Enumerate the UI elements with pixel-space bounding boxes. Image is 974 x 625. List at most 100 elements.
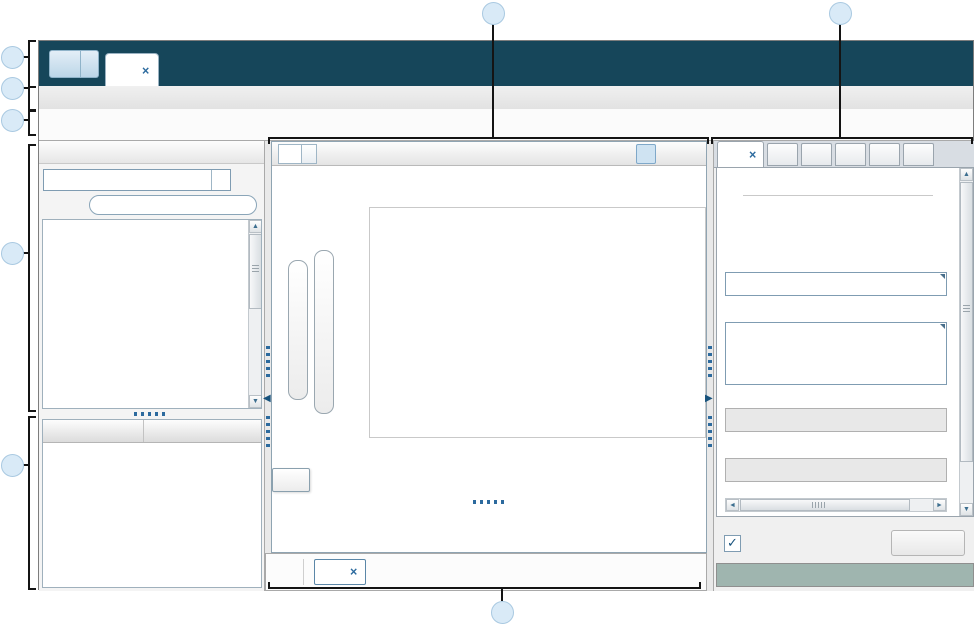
bracket-7 <box>711 137 973 144</box>
home-dropdown-button[interactable] <box>81 50 99 78</box>
scroll-thumb[interactable] <box>960 182 973 462</box>
x-axis-category-button[interactable] <box>272 468 310 492</box>
measures-field[interactable] <box>725 322 947 385</box>
bracket-5 <box>28 416 36 590</box>
bracket-3 <box>28 110 36 136</box>
callout-1 <box>1 46 24 69</box>
home-button-group <box>49 50 99 78</box>
property-column-header <box>43 420 144 442</box>
bracket-1 <box>28 40 36 88</box>
roles-panel: × <box>713 141 974 591</box>
properties-table <box>42 419 262 588</box>
tab-properties[interactable] <box>835 143 866 166</box>
menu-icon <box>239 172 255 188</box>
tab-expression[interactable] <box>903 143 934 166</box>
properties-header <box>43 420 261 443</box>
callout-4 <box>1 242 24 265</box>
callout-8 <box>491 601 514 624</box>
measure-icon <box>725 148 739 162</box>
chart-icon <box>323 565 338 580</box>
collapse-left-icon[interactable]: ◀ <box>263 393 271 404</box>
collapse-right-icon[interactable]: ▶ <box>705 393 713 404</box>
visualization-menu-button[interactable] <box>614 145 632 163</box>
scroll-thumb[interactable] <box>249 234 262 309</box>
y-axis-label-highway[interactable] <box>314 250 334 414</box>
top-banner: × <box>39 41 973 86</box>
update-button[interactable] <box>891 530 965 556</box>
lattice-col-field[interactable] <box>725 458 947 482</box>
scroll-down-icon[interactable]: ▼ <box>960 503 973 516</box>
y-axis-label-city[interactable] <box>288 260 308 400</box>
chart-type-button[interactable] <box>278 144 302 164</box>
tab-ranks[interactable] <box>801 143 832 166</box>
callout-6 <box>482 2 505 25</box>
close-tab-icon[interactable]: × <box>749 148 756 162</box>
visualization-panel <box>271 141 707 553</box>
bracket-2 <box>28 86 36 111</box>
category-icon <box>731 463 747 478</box>
tab-filters[interactable] <box>767 143 798 166</box>
lock-icon <box>306 224 323 241</box>
callout-3 <box>1 109 24 132</box>
search-icon <box>96 199 107 212</box>
scroll-up-icon[interactable]: ▲ <box>249 220 262 233</box>
callout-5 <box>1 454 24 477</box>
application-window: × <box>38 40 974 590</box>
tree-scrollbar[interactable]: ▲ ▼ <box>248 220 261 408</box>
maximize-button[interactable] <box>660 145 678 163</box>
data-panel-title <box>39 141 264 164</box>
bracket-6 <box>268 137 709 144</box>
measure-icon <box>318 396 331 409</box>
minimize-icon <box>639 147 653 161</box>
scroll-thumb[interactable] <box>740 499 910 511</box>
axis-lock-button[interactable] <box>306 224 323 241</box>
roles-vscrollbar[interactable]: ▲ ▼ <box>959 168 973 516</box>
data-source-caret[interactable] <box>211 170 230 190</box>
data-search-box[interactable] <box>89 195 257 215</box>
home-button[interactable] <box>49 50 81 78</box>
exploration-icon <box>115 63 130 78</box>
scroll-right-icon[interactable]: ► <box>933 499 946 511</box>
tab-roles[interactable]: × <box>717 141 764 167</box>
scroll-down-icon[interactable]: ▼ <box>249 395 262 408</box>
value-column-header <box>144 420 261 442</box>
close-tab-icon[interactable]: × <box>142 64 149 78</box>
minimize-button[interactable] <box>636 144 656 164</box>
roles-hscrollbar[interactable]: ◄ ► <box>725 498 947 512</box>
close-tab-icon[interactable]: × <box>350 565 357 579</box>
close-button[interactable] <box>682 145 700 163</box>
plot-area <box>369 207 706 438</box>
toolbar-more-button[interactable] <box>949 117 965 133</box>
field-corner-marker <box>940 324 945 329</box>
exploration-tab[interactable]: × <box>105 53 159 87</box>
scroll-up-icon[interactable]: ▲ <box>960 168 973 181</box>
group-field[interactable] <box>725 408 947 432</box>
expand-all-button[interactable] <box>43 194 67 216</box>
close-icon <box>684 147 698 161</box>
search-input[interactable] <box>111 198 250 212</box>
bracket-8 <box>268 582 701 589</box>
collapse-all-button[interactable] <box>65 194 89 216</box>
roles-footer: ✓ <box>714 529 974 557</box>
chart-type-caret[interactable] <box>302 144 317 164</box>
screenshot-stage: × <box>0 0 974 625</box>
roles-tab-bar: × <box>714 141 974 168</box>
auto-update-checkbox[interactable]: ✓ <box>724 535 741 552</box>
panel-splitter-handle[interactable] <box>134 412 168 416</box>
expand-all-icon <box>47 197 63 213</box>
progress-bar <box>716 563 974 587</box>
data-tree: ▲ ▼ <box>42 219 262 409</box>
callout-2 <box>1 77 24 100</box>
tile-view-button[interactable] <box>276 564 293 581</box>
menu-bar <box>39 86 973 110</box>
bar-chart-icon <box>827 175 842 190</box>
data-source-combobox[interactable] <box>43 169 231 191</box>
collapse-all-icon <box>69 197 85 213</box>
category-icon <box>731 413 747 428</box>
data-menu-button[interactable] <box>235 169 259 191</box>
category-field[interactable] <box>725 272 947 296</box>
callout-7 <box>829 2 852 25</box>
scroll-left-icon[interactable]: ◄ <box>726 499 739 511</box>
legend-splitter-handle[interactable] <box>473 500 507 504</box>
tab-comments[interactable] <box>869 143 900 166</box>
